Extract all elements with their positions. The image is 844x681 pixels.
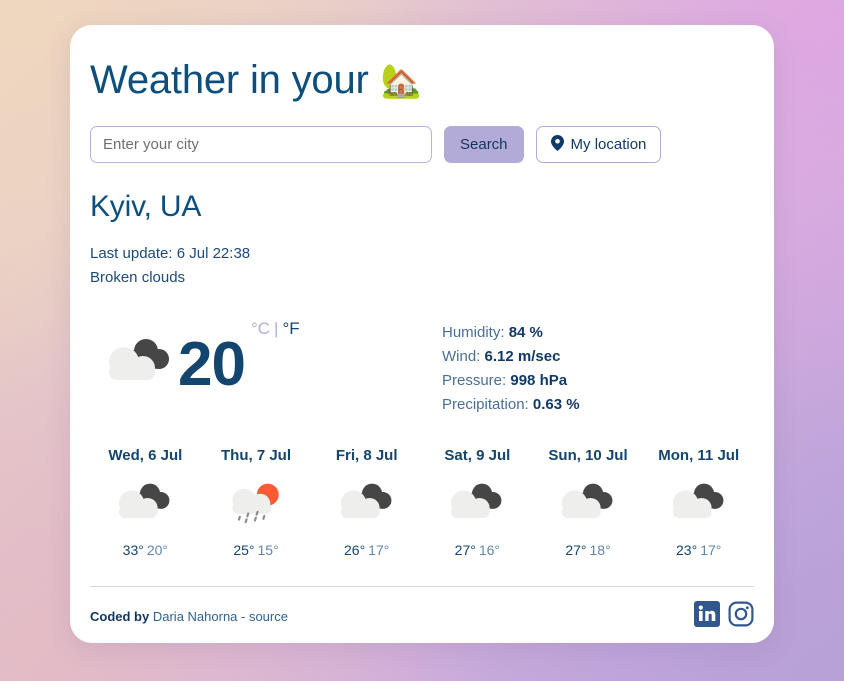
- broken-clouds-icon: [422, 472, 533, 534]
- broken-clouds-icon: [311, 472, 422, 534]
- last-update: Last update: 6 Jul 22:38: [90, 245, 251, 262]
- sun-behind-rain-cloud-icon: [201, 472, 312, 534]
- map-pin-icon: [550, 134, 564, 155]
- forecast-temp-min: 15°: [257, 541, 279, 558]
- my-location-button[interactable]: My location: [535, 126, 662, 163]
- instagram-icon[interactable]: [728, 601, 754, 632]
- credit-prefix: Coded by: [90, 608, 150, 624]
- forecast-temp-min: 17°: [700, 541, 722, 558]
- weather-meta: Last update: 6 Jul 22:38 Broken clouds: [90, 242, 754, 291]
- city-name: Kyiv, UA: [90, 190, 202, 223]
- forecast-day-name: Thu, 7 Jul: [221, 446, 292, 464]
- detail-wind: Wind: 6.12 m/sec: [442, 345, 580, 369]
- forecast-day: Fri, 8 Jul 26° 17°: [311, 447, 422, 558]
- detail-humidity: Humidity: 84 %: [442, 321, 580, 345]
- current-temperature-block: 20 °C | °F: [90, 313, 442, 417]
- forecast-day-name: Fri, 8 Jul: [335, 446, 398, 464]
- forecast-day: Mon, 11 Jul 23° 17°: [643, 447, 754, 558]
- weather-details: Humidity: 84 % Wind: 6.12 m/sec Pressure…: [442, 313, 580, 417]
- forecast-temp-max: 27°: [454, 541, 476, 558]
- forecast-day-name: Mon, 11 Jul: [658, 446, 740, 464]
- forecast-day-name: Wed, 6 Jul: [108, 446, 183, 464]
- search-form: Search My location: [90, 126, 754, 163]
- forecast-temp-max: 33°: [122, 541, 144, 558]
- forecast-temps: 27° 18°: [533, 542, 644, 558]
- forecast-row: Wed, 6 Jul 33° 20° Thu, 7 Jul 25° 15° Fr…: [90, 447, 754, 558]
- detail-precipitation: Precipitation: 0.63 %: [442, 393, 580, 417]
- weather-description: Broken clouds: [90, 269, 186, 287]
- unit-celsius[interactable]: °C: [251, 319, 270, 338]
- broken-clouds-icon: [643, 472, 754, 534]
- weather-card: Weather in your 🏡 Search My location Kyi…: [70, 25, 774, 643]
- broken-clouds-icon: [90, 472, 201, 534]
- forecast-temp-max: 26°: [344, 541, 366, 558]
- forecast-temp-max: 23°: [676, 541, 698, 558]
- broken-clouds-icon: [533, 472, 644, 534]
- house-with-garden-emoji: 🏡: [380, 61, 422, 99]
- detail-precipitation-label: Precipitation:: [442, 395, 529, 413]
- forecast-day-name: Sun, 10 Jul: [548, 446, 628, 464]
- current-temperature-value: 20: [178, 329, 246, 399]
- temperature-units: °C | °F: [251, 319, 300, 339]
- unit-separator: |: [274, 318, 279, 338]
- current-conditions: 20 °C | °F Humidity: 84 % Wind: 6.12 m/sec…: [90, 313, 754, 417]
- forecast-temps: 27° 16°: [422, 542, 533, 558]
- forecast-day-name: Sat, 9 Jul: [444, 446, 511, 464]
- forecast-day: Sat, 9 Jul 27° 16°: [422, 447, 533, 558]
- forecast-temp-min: 16°: [478, 541, 501, 558]
- my-location-label: My location: [570, 136, 647, 153]
- forecast-day: Sun, 10 Jul 27° 18°: [533, 447, 644, 558]
- credit-author-link[interactable]: Daria Nahorna - source: [153, 609, 288, 624]
- linkedin-icon[interactable]: [694, 600, 720, 632]
- forecast-day: Thu, 7 Jul 25° 15°: [201, 447, 312, 558]
- footer: Coded by Daria Nahorna - source: [90, 600, 754, 632]
- detail-precipitation-value: 0.63 %: [532, 395, 580, 413]
- forecast-temp-max: 25°: [233, 541, 255, 558]
- forecast-temp-min: 17°: [368, 541, 390, 558]
- detail-humidity-value: 84 %: [508, 323, 543, 341]
- footer-divider: [90, 585, 754, 587]
- detail-pressure-label: Pressure:: [442, 371, 507, 389]
- unit-fahrenheit[interactable]: °F: [282, 319, 299, 338]
- detail-wind-value: 6.12 m/sec: [484, 347, 561, 365]
- credit: Coded by Daria Nahorna - source: [90, 609, 288, 624]
- detail-wind-label: Wind:: [442, 347, 481, 365]
- social-links: [694, 600, 754, 632]
- forecast-temps: 25° 15°: [201, 542, 312, 558]
- search-button[interactable]: Search: [444, 126, 524, 163]
- page-title: Weather in your 🏡: [90, 57, 754, 103]
- page-title-text: Weather in your: [90, 58, 369, 102]
- detail-pressure: Pressure: 998 hPa: [442, 369, 580, 393]
- forecast-temps: 33° 20°: [90, 542, 201, 558]
- forecast-temp-max: 27°: [565, 541, 587, 558]
- broken-clouds-icon: [102, 333, 178, 396]
- search-input[interactable]: [90, 126, 432, 163]
- forecast-temps: 26° 17°: [311, 542, 422, 558]
- forecast-temp-min: 18°: [589, 541, 611, 558]
- forecast-temp-min: 20°: [146, 541, 168, 558]
- detail-humidity-label: Humidity:: [442, 323, 505, 341]
- forecast-day: Wed, 6 Jul 33° 20°: [90, 447, 201, 558]
- forecast-temps: 23° 17°: [643, 542, 754, 558]
- detail-pressure-value: 998 hPa: [510, 371, 568, 389]
